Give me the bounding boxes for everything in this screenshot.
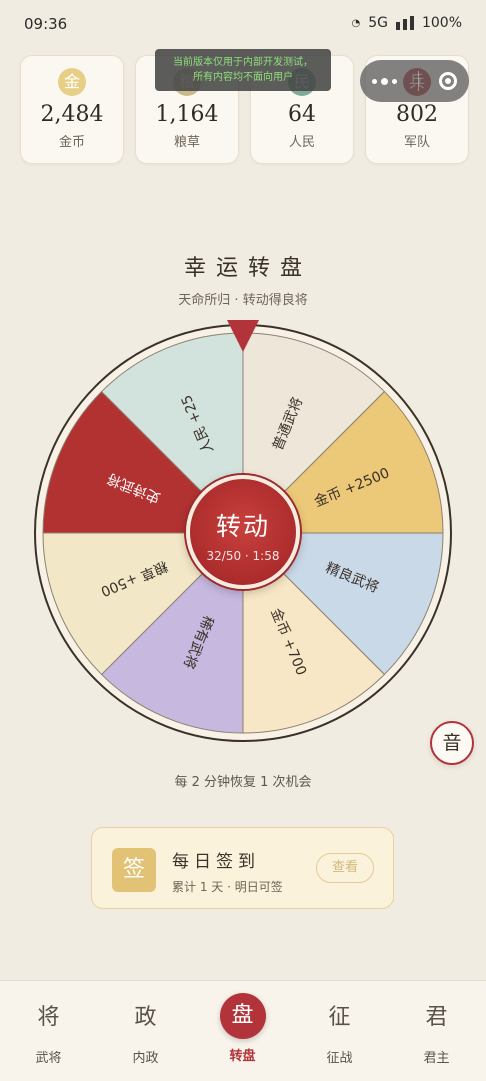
tab-lord[interactable]: 君 君主	[388, 981, 485, 1081]
wheel-tab-icon: 盘	[219, 993, 266, 1039]
gold-label: 金币	[58, 135, 85, 150]
tab-campaign[interactable]: 征 征战	[291, 981, 388, 1081]
domestic-tab-icon: 政	[134, 1005, 157, 1030]
miniprogram-capsule	[360, 60, 469, 102]
spin-counter: 32/50 · 1:58	[206, 549, 280, 563]
army-value: 802	[396, 102, 438, 127]
tab-wheel[interactable]: 盘 转盘	[194, 981, 291, 1081]
campaign-tab-icon: 征	[328, 1005, 351, 1030]
people-value: 64	[288, 102, 316, 127]
generals-tab-label: 武将	[35, 1051, 62, 1066]
status-time: 09:36	[24, 15, 68, 33]
grain-value: 1,164	[155, 102, 219, 127]
battery-label: 100%	[421, 15, 462, 31]
dev-notice: 当前版本仅用于内部开发测试， 所有内容均不面向用户	[155, 49, 331, 91]
lord-tab-icon: 君	[425, 1005, 448, 1030]
capsule-divider	[417, 71, 419, 91]
status-bar: 09:36 ◔ 5G 100%	[0, 0, 486, 48]
lord-tab-label: 君主	[423, 1051, 450, 1066]
checkin-title: 每日签到	[172, 852, 260, 872]
domestic-tab-label: 内政	[132, 1051, 159, 1066]
dev-notice-line2: 所有内容均不面向用户	[193, 72, 293, 83]
more-icon[interactable]	[372, 77, 397, 85]
dev-notice-line1: 当前版本仅用于内部开发测试，	[173, 57, 313, 68]
tab-domestic[interactable]: 政 内政	[97, 981, 194, 1081]
spin-button[interactable]: 转动 32/50 · 1:58	[186, 475, 300, 589]
dnd-icon: ◔	[351, 17, 361, 29]
grain-label: 粮草	[173, 135, 200, 150]
gold-icon: 金	[58, 68, 86, 96]
checkin-view-button[interactable]: 查看	[316, 853, 374, 883]
wheel-title: 幸运转盘	[183, 256, 312, 281]
recover-hint: 每 2 分钟恢复 1 次机会	[174, 775, 312, 790]
spin-button-label: 转动	[215, 512, 270, 541]
people-label: 人民	[288, 135, 315, 150]
checkin-icon: 签	[112, 848, 156, 892]
wheel-tab-label: 转盘	[229, 1049, 256, 1064]
resource-card-gold: 金 2,484 金币	[20, 55, 124, 164]
daily-checkin-card[interactable]: 签 每日签到 累计 1 天 · 明日可签 查看	[91, 827, 394, 909]
sound-toggle-button[interactable]: 音	[430, 721, 474, 765]
checkin-subtitle: 累计 1 天 · 明日可签	[172, 880, 283, 894]
status-right: ◔ 5G 100%	[351, 15, 462, 31]
tab-generals[interactable]: 将 武将	[0, 981, 97, 1081]
network-label: 5G	[368, 15, 388, 31]
bottom-tab-bar: 将 武将 政 内政 盘 转盘 征 征战 君 君主	[0, 980, 486, 1081]
army-label: 军队	[403, 135, 430, 150]
gold-value: 2,484	[40, 102, 104, 127]
campaign-tab-label: 征战	[326, 1051, 353, 1066]
signal-icon	[395, 16, 414, 30]
wheel-subtitle: 天命所归 · 转动得良将	[178, 293, 308, 308]
generals-tab-icon: 将	[37, 1005, 60, 1030]
close-miniprogram-icon[interactable]	[439, 72, 457, 90]
